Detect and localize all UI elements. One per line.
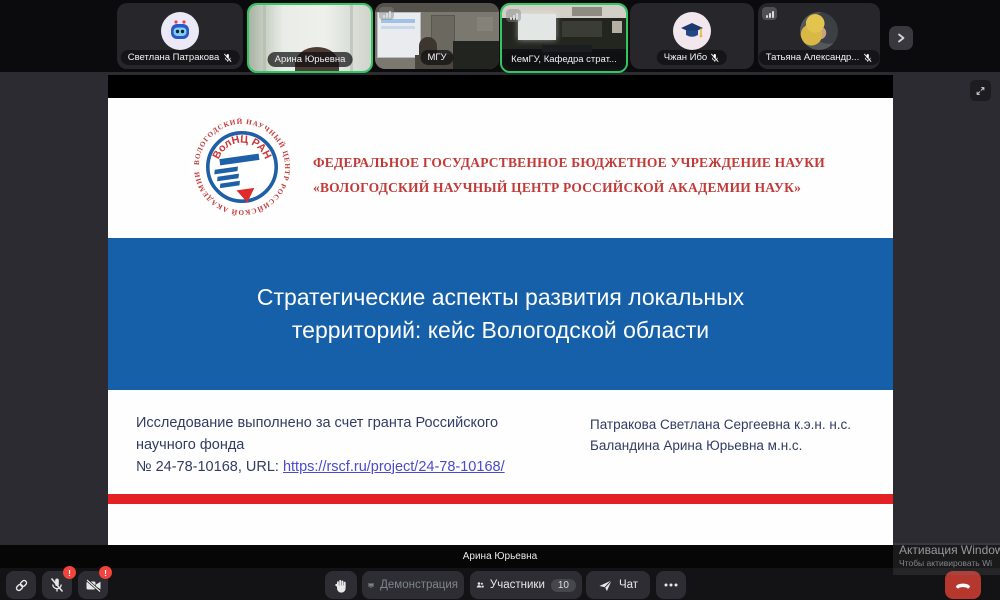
- participant-name: Чжан Ибо: [664, 51, 707, 64]
- participant-tile-tatiana[interactable]: Татьяна Александр...: [758, 3, 880, 69]
- photo-avatar: [800, 12, 838, 50]
- chat-label: Чат: [619, 579, 638, 591]
- mic-alert-badge: !: [63, 566, 76, 579]
- participant-name: КемГУ, Кафедра страт...: [511, 53, 617, 66]
- authors-block: Патракова Светлана Сергеевна к.э.н. н.с.…: [590, 414, 870, 456]
- active-speaker-name: Арина Юрьевна: [463, 551, 538, 562]
- watermark-line2: Чтобы активировать Wi: [899, 558, 1000, 569]
- participant-tile-zhang[interactable]: Чжан Ибо: [630, 3, 754, 69]
- participants-icon: [476, 578, 484, 592]
- grant-number: № 24-78-10168, URL:: [136, 459, 283, 475]
- meeting-window: Светлана Патракова Арина Юрьевна: [0, 0, 1000, 600]
- send-plane-icon: [598, 578, 613, 593]
- connection-quality-icon: [379, 7, 394, 20]
- slide-red-stripe: [108, 494, 893, 504]
- grant-info-block: Исследование выполнено за счет гранта Ро…: [136, 412, 536, 478]
- participants-count-badge: 10: [551, 579, 576, 592]
- active-speaker-bar: Арина Юрьевна: [0, 545, 1000, 568]
- mic-muted-icon: [49, 577, 65, 593]
- mic-muted-icon: [862, 53, 872, 63]
- mic-muted-icon: [710, 53, 720, 63]
- share-screen-button[interactable]: Демонстрация: [362, 571, 464, 599]
- participant-name-pill: МГУ: [420, 50, 453, 65]
- more-dots-icon: [664, 583, 678, 587]
- participant-name: Светлана Патракова: [128, 51, 220, 64]
- org-name-line1: ФЕДЕРАЛЬНОЕ ГОСУДАРСТВЕННОЕ БЮДЖЕТНОЕ УЧ…: [313, 150, 883, 175]
- connection-quality-icon: [506, 9, 521, 22]
- participant-name-pill: Светлана Патракова: [121, 50, 240, 65]
- participant-tile-svetlana[interactable]: Светлана Патракова: [117, 3, 243, 69]
- participants-strip: Светлана Патракова Арина Юрьевна: [0, 0, 1000, 72]
- participant-name: Арина Юрьевна: [275, 53, 346, 66]
- watermark-line1: Активация Windows: [899, 543, 1000, 558]
- author-2: Баландина Арина Юрьевна м.н.с.: [590, 435, 870, 456]
- share-screen-label: Демонстрация: [380, 579, 458, 591]
- author-1: Патракова Светлана Сергеевна к.э.н. н.с.: [590, 414, 870, 435]
- camera-button[interactable]: !: [78, 571, 108, 599]
- org-name-line2: «ВОЛОГОДСКИЙ НАУЧНЫЙ ЦЕНТР РОССИЙСКОЙ АК…: [313, 175, 883, 200]
- screen-share-icon: [368, 579, 374, 592]
- fullscreen-toggle-button[interactable]: [970, 80, 991, 101]
- grant-line1: Исследование выполнено за счет гранта Ро…: [136, 412, 536, 434]
- participant-name-pill: Татьяна Александр...: [759, 50, 880, 65]
- grant-url-link[interactable]: https://rscf.ru/project/24-78-10168/: [283, 459, 505, 475]
- mic-muted-icon: [222, 53, 232, 63]
- slide-title-banner: Стратегические аспекты развития локальны…: [108, 238, 893, 390]
- slide-title-line1: Стратегические аспекты развития локальны…: [257, 282, 744, 313]
- next-participants-button[interactable]: [889, 26, 913, 50]
- participant-tile-mgu[interactable]: МГУ: [375, 3, 499, 69]
- phone-hangup-icon: [955, 581, 971, 589]
- graduation-cap-avatar: [673, 12, 711, 50]
- participants-label: Участники: [490, 579, 545, 591]
- robot-avatar: [161, 12, 199, 50]
- link-icon: [14, 578, 29, 593]
- end-call-button[interactable]: [945, 571, 981, 599]
- grant-line2: научного фонда: [136, 434, 536, 456]
- chevron-right-icon: [896, 33, 906, 43]
- meeting-toolbar: ! !: [0, 568, 1000, 600]
- participant-name: МГУ: [427, 51, 446, 64]
- camera-off-icon: [85, 577, 102, 594]
- share-letterbox-top: [108, 75, 893, 98]
- expand-icon: [976, 85, 985, 97]
- participant-name-pill: Чжан Ибо: [657, 50, 727, 65]
- windows-activation-watermark: Активация Windows Чтобы активировать Wi: [893, 543, 1000, 575]
- invite-link-button[interactable]: [6, 571, 36, 599]
- raise-hand-button[interactable]: [325, 571, 357, 599]
- microphone-button[interactable]: !: [42, 571, 72, 599]
- participants-button[interactable]: Участники 10: [470, 571, 582, 599]
- connection-quality-icon: [762, 7, 777, 20]
- camera-alert-badge: !: [99, 566, 112, 579]
- more-options-button[interactable]: [656, 571, 686, 599]
- participant-name-pill: Арина Юрьевна: [268, 52, 353, 67]
- grant-line3: № 24-78-10168, URL: https://rscf.ru/proj…: [136, 456, 536, 478]
- chat-button[interactable]: Чат: [586, 571, 650, 599]
- hand-icon: [334, 578, 349, 593]
- volnc-ran-logo: ВОЛОГОДСКИЙ НАУЧНЫЙ ЦЕНТР РОССИЙСКОЙ АКА…: [188, 113, 296, 221]
- participant-name: Татьяна Александр...: [766, 51, 860, 64]
- shared-slide: ВОЛОГОДСКИЙ НАУЧНЫЙ ЦЕНТР РОССИЙСКОЙ АКА…: [108, 98, 893, 545]
- participant-name-pill: КемГУ, Кафедра страт...: [504, 52, 624, 67]
- participant-tile-arina[interactable]: Арина Юрьевна: [247, 3, 373, 73]
- participant-tile-kemgu[interactable]: КемГУ, Кафедра страт...: [500, 3, 628, 73]
- slide-title-line2: территорий: кейс Вологодской области: [292, 315, 709, 346]
- org-name-block: ФЕДЕРАЛЬНОЕ ГОСУДАРСТВЕННОЕ БЮДЖЕТНОЕ УЧ…: [313, 150, 883, 200]
